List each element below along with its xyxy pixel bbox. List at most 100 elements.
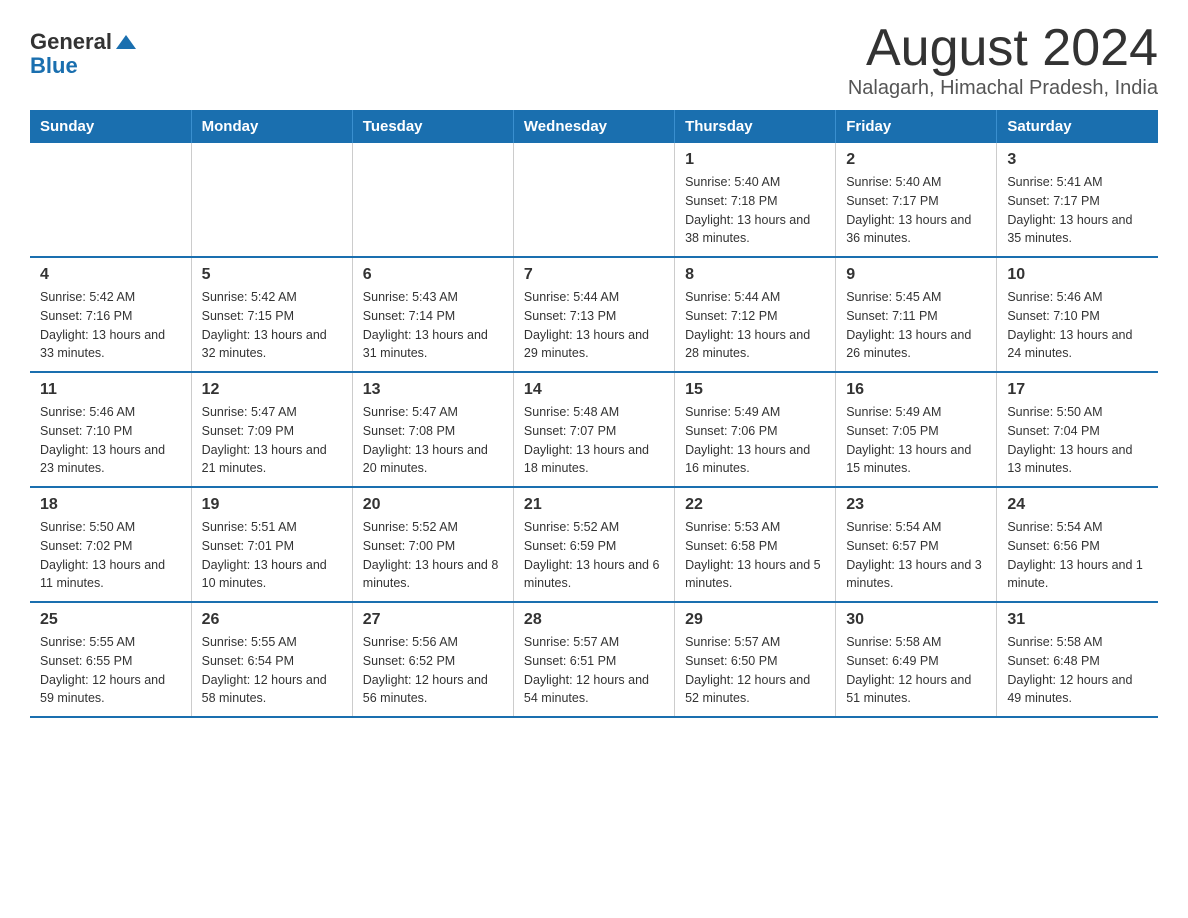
title-block: August 2024 Nalagarh, Himachal Pradesh, … <box>848 20 1158 100</box>
calendar-cell: 3 Sunrise: 5:41 AM Sunset: 7:17 PM Daylig… <box>997 143 1158 257</box>
day-number: 19 <box>202 496 342 514</box>
day-info: Sunrise: 5:52 AM Sunset: 6:59 PM Dayligh… <box>524 518 664 593</box>
day-info: Sunrise: 5:46 AM Sunset: 7:10 PM Dayligh… <box>1007 288 1148 363</box>
calendar-cell: 8 Sunrise: 5:44 AM Sunset: 7:12 PM Daylig… <box>675 257 836 372</box>
header-monday: Monday <box>191 110 352 143</box>
day-info: Sunrise: 5:50 AM Sunset: 7:04 PM Dayligh… <box>1007 403 1148 478</box>
calendar-week-4: 18 Sunrise: 5:50 AM Sunset: 7:02 PM Dayli… <box>30 487 1158 602</box>
calendar-cell: 26 Sunrise: 5:55 AM Sunset: 6:54 PM Dayli… <box>191 602 352 717</box>
day-info: Sunrise: 5:42 AM Sunset: 7:16 PM Dayligh… <box>40 288 181 363</box>
header-friday: Friday <box>836 110 997 143</box>
day-number: 14 <box>524 381 664 399</box>
day-info: Sunrise: 5:49 AM Sunset: 7:06 PM Dayligh… <box>685 403 825 478</box>
calendar-subtitle: Nalagarh, Himachal Pradesh, India <box>848 77 1158 100</box>
day-info: Sunrise: 5:44 AM Sunset: 7:13 PM Dayligh… <box>524 288 664 363</box>
day-info: Sunrise: 5:48 AM Sunset: 7:07 PM Dayligh… <box>524 403 664 478</box>
day-number: 18 <box>40 496 181 514</box>
header-saturday: Saturday <box>997 110 1158 143</box>
day-number: 31 <box>1007 611 1148 629</box>
calendar-cell: 23 Sunrise: 5:54 AM Sunset: 6:57 PM Dayli… <box>836 487 997 602</box>
day-info: Sunrise: 5:52 AM Sunset: 7:00 PM Dayligh… <box>363 518 503 593</box>
day-number: 15 <box>685 381 825 399</box>
calendar-cell: 10 Sunrise: 5:46 AM Sunset: 7:10 PM Dayli… <box>997 257 1158 372</box>
header-tuesday: Tuesday <box>352 110 513 143</box>
day-number: 4 <box>40 266 181 284</box>
day-info: Sunrise: 5:56 AM Sunset: 6:52 PM Dayligh… <box>363 633 503 708</box>
day-number: 10 <box>1007 266 1148 284</box>
day-info: Sunrise: 5:41 AM Sunset: 7:17 PM Dayligh… <box>1007 173 1148 248</box>
calendar-cell: 14 Sunrise: 5:48 AM Sunset: 7:07 PM Dayli… <box>513 372 674 487</box>
day-info: Sunrise: 5:57 AM Sunset: 6:51 PM Dayligh… <box>524 633 664 708</box>
day-info: Sunrise: 5:47 AM Sunset: 7:09 PM Dayligh… <box>202 403 342 478</box>
logo-general-text: General <box>30 30 112 54</box>
day-number: 27 <box>363 611 503 629</box>
day-info: Sunrise: 5:54 AM Sunset: 6:57 PM Dayligh… <box>846 518 986 593</box>
day-info: Sunrise: 5:49 AM Sunset: 7:05 PM Dayligh… <box>846 403 986 478</box>
day-info: Sunrise: 5:51 AM Sunset: 7:01 PM Dayligh… <box>202 518 342 593</box>
logo-triangle-icon <box>116 35 136 49</box>
page-header: General Blue August 2024 Nalagarh, Himac… <box>30 20 1158 100</box>
calendar-cell: 22 Sunrise: 5:53 AM Sunset: 6:58 PM Dayli… <box>675 487 836 602</box>
day-number: 26 <box>202 611 342 629</box>
day-info: Sunrise: 5:58 AM Sunset: 6:48 PM Dayligh… <box>1007 633 1148 708</box>
day-info: Sunrise: 5:47 AM Sunset: 7:08 PM Dayligh… <box>363 403 503 478</box>
calendar-cell: 12Sunrise: 5:47 AM Sunset: 7:09 PM Dayli… <box>191 372 352 487</box>
day-info: Sunrise: 5:46 AM Sunset: 7:10 PM Dayligh… <box>40 403 181 478</box>
calendar-week-2: 4 Sunrise: 5:42 AM Sunset: 7:16 PM Daylig… <box>30 257 1158 372</box>
day-info: Sunrise: 5:44 AM Sunset: 7:12 PM Dayligh… <box>685 288 825 363</box>
calendar-cell: 18 Sunrise: 5:50 AM Sunset: 7:02 PM Dayli… <box>30 487 191 602</box>
day-info: Sunrise: 5:54 AM Sunset: 6:56 PM Dayligh… <box>1007 518 1148 593</box>
calendar-cell: 30 Sunrise: 5:58 AM Sunset: 6:49 PM Dayli… <box>836 602 997 717</box>
calendar-cell: 20Sunrise: 5:52 AM Sunset: 7:00 PM Dayli… <box>352 487 513 602</box>
calendar-cell: 15 Sunrise: 5:49 AM Sunset: 7:06 PM Dayli… <box>675 372 836 487</box>
calendar-cell: 24 Sunrise: 5:54 AM Sunset: 6:56 PM Dayli… <box>997 487 1158 602</box>
day-number: 8 <box>685 266 825 284</box>
day-number: 11 <box>40 381 181 399</box>
day-number: 7 <box>524 266 664 284</box>
header-sunday: Sunday <box>30 110 191 143</box>
day-number: 29 <box>685 611 825 629</box>
calendar-week-5: 25Sunrise: 5:55 AM Sunset: 6:55 PM Dayli… <box>30 602 1158 717</box>
calendar-cell: 21Sunrise: 5:52 AM Sunset: 6:59 PM Dayli… <box>513 487 674 602</box>
day-info: Sunrise: 5:55 AM Sunset: 6:54 PM Dayligh… <box>202 633 342 708</box>
calendar-cell: 11 Sunrise: 5:46 AM Sunset: 7:10 PM Dayli… <box>30 372 191 487</box>
calendar-cell: 4 Sunrise: 5:42 AM Sunset: 7:16 PM Daylig… <box>30 257 191 372</box>
logo: General Blue <box>30 20 136 78</box>
calendar-week-3: 11 Sunrise: 5:46 AM Sunset: 7:10 PM Dayli… <box>30 372 1158 487</box>
calendar-cell <box>30 143 191 257</box>
header-wednesday: Wednesday <box>513 110 674 143</box>
calendar-body: 1Sunrise: 5:40 AM Sunset: 7:18 PM Daylig… <box>30 143 1158 717</box>
calendar-cell: 5 Sunrise: 5:42 AM Sunset: 7:15 PM Daylig… <box>191 257 352 372</box>
day-number: 3 <box>1007 151 1148 169</box>
day-info: Sunrise: 5:53 AM Sunset: 6:58 PM Dayligh… <box>685 518 825 593</box>
calendar-week-1: 1Sunrise: 5:40 AM Sunset: 7:18 PM Daylig… <box>30 143 1158 257</box>
day-number: 22 <box>685 496 825 514</box>
day-info: Sunrise: 5:40 AM Sunset: 7:17 PM Dayligh… <box>846 173 986 248</box>
day-number: 25 <box>40 611 181 629</box>
calendar-cell: 7 Sunrise: 5:44 AM Sunset: 7:13 PM Daylig… <box>513 257 674 372</box>
day-number: 9 <box>846 266 986 284</box>
calendar-cell: 19 Sunrise: 5:51 AM Sunset: 7:01 PM Dayli… <box>191 487 352 602</box>
calendar-cell <box>352 143 513 257</box>
day-info: Sunrise: 5:57 AM Sunset: 6:50 PM Dayligh… <box>685 633 825 708</box>
calendar-cell: 9Sunrise: 5:45 AM Sunset: 7:11 PM Daylig… <box>836 257 997 372</box>
day-number: 1 <box>685 151 825 169</box>
calendar-cell: 25Sunrise: 5:55 AM Sunset: 6:55 PM Dayli… <box>30 602 191 717</box>
logo-blue-text: Blue <box>30 53 78 78</box>
day-number: 16 <box>846 381 986 399</box>
day-number: 30 <box>846 611 986 629</box>
day-number: 17 <box>1007 381 1148 399</box>
calendar-cell: 29 Sunrise: 5:57 AM Sunset: 6:50 PM Dayli… <box>675 602 836 717</box>
day-number: 24 <box>1007 496 1148 514</box>
calendar-title: August 2024 <box>848 20 1158 77</box>
day-number: 23 <box>846 496 986 514</box>
calendar-cell: 31 Sunrise: 5:58 AM Sunset: 6:48 PM Dayli… <box>997 602 1158 717</box>
calendar-table: Sunday Monday Tuesday Wednesday Thursday… <box>30 110 1158 718</box>
calendar-header: Sunday Monday Tuesday Wednesday Thursday… <box>30 110 1158 143</box>
day-info: Sunrise: 5:50 AM Sunset: 7:02 PM Dayligh… <box>40 518 181 593</box>
days-header-row: Sunday Monday Tuesday Wednesday Thursday… <box>30 110 1158 143</box>
day-info: Sunrise: 5:42 AM Sunset: 7:15 PM Dayligh… <box>202 288 342 363</box>
calendar-cell: 1Sunrise: 5:40 AM Sunset: 7:18 PM Daylig… <box>675 143 836 257</box>
day-info: Sunrise: 5:58 AM Sunset: 6:49 PM Dayligh… <box>846 633 986 708</box>
day-number: 5 <box>202 266 342 284</box>
